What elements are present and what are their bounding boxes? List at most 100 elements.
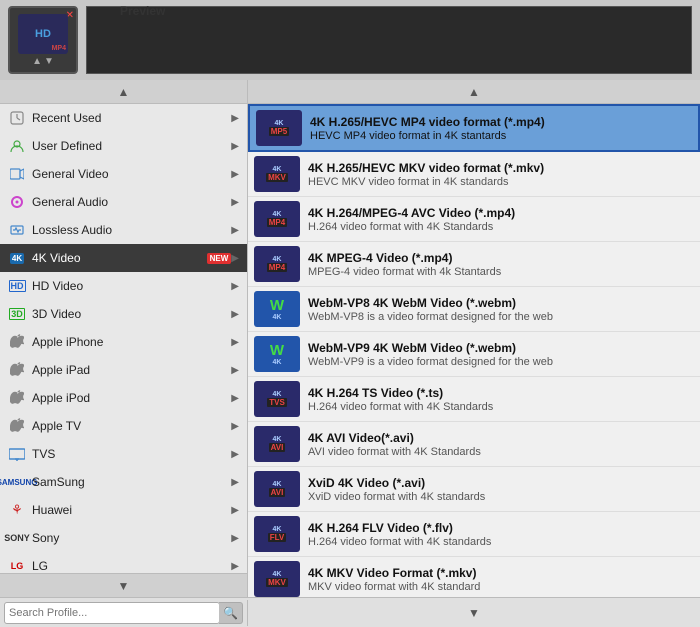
recent-icon bbox=[8, 109, 26, 127]
tab-item[interactable]: ✕ HD MP4 ▲ ▼ bbox=[8, 6, 78, 74]
format-desc-h264-ts: H.264 video format with 4K Standards bbox=[308, 401, 692, 413]
sidebar-item-lossless-audio[interactable]: Lossless Audio▶ bbox=[0, 216, 247, 244]
right-list: 4KMP54K H.265/HEVC MP4 video format (*.m… bbox=[248, 104, 700, 597]
sidebar-item-label-huawei: Huawei bbox=[32, 503, 231, 517]
sidebar-item-label-apple-ipad: Apple iPad bbox=[32, 363, 231, 377]
format-item-h264-avc[interactable]: 4KMP44K H.264/MPEG-4 AVC Video (*.mp4)H.… bbox=[248, 197, 700, 242]
apple-icon bbox=[8, 389, 26, 407]
video-icon bbox=[8, 165, 26, 183]
preview-area bbox=[86, 6, 692, 74]
format-item-avi[interactable]: 4KAVI4K AVI Video(*.avi)AVI video format… bbox=[248, 422, 700, 467]
format-name-xvid: XviD 4K Video (*.avi) bbox=[308, 476, 692, 490]
sidebar-item-arrow-apple-ipad: ▶ bbox=[231, 365, 239, 376]
format-icon-h264-ts: 4KTVS bbox=[254, 381, 300, 417]
format-item-h264-ts[interactable]: 4KTVS 4K H.264 TS Video (*.ts)H.264 video… bbox=[248, 377, 700, 422]
format-icon-mkv-video: 4KMKV bbox=[254, 561, 300, 597]
sidebar-item-arrow-apple-tv: ▶ bbox=[231, 421, 239, 432]
sidebar-item-general-audio[interactable]: General Audio▶ bbox=[0, 188, 247, 216]
format-name-webm-vp9: WebM-VP9 4K WebM Video (*.webm) bbox=[308, 341, 692, 355]
search-area: 🔍 bbox=[0, 600, 248, 626]
format-desc-h264-avc: H.264 video format with 4K Standards bbox=[308, 221, 692, 233]
huawei-icon: ⚘ bbox=[8, 501, 26, 519]
right-panel-header: ▲ bbox=[248, 80, 700, 104]
sidebar-item-arrow-apple-iphone: ▶ bbox=[231, 337, 239, 348]
left-panel-header: ▲ bbox=[0, 80, 247, 104]
sidebar-item-label-lossless-audio: Lossless Audio bbox=[32, 223, 231, 237]
format-name-hevc-mkv: 4K H.265/HEVC MKV video format (*.mkv) bbox=[308, 161, 692, 175]
bottom-bar: 🔍 ▼ bbox=[0, 597, 700, 627]
mp4-label: MP4 bbox=[52, 45, 66, 52]
sidebar-item-general-video[interactable]: General Video▶ bbox=[0, 160, 247, 188]
format-item-hevc-mp4[interactable]: 4KMP54K H.265/HEVC MP4 video format (*.m… bbox=[248, 104, 700, 152]
sidebar-item-arrow-huawei: ▶ bbox=[231, 505, 239, 516]
tab-arrow-up[interactable]: ▲ bbox=[32, 56, 42, 67]
format-item-webm-vp9[interactable]: W4K WebM-VP9 4K WebM Video (*.webm)WebM-V… bbox=[248, 332, 700, 377]
format-desc-hevc-mp4: HEVC MP4 video format in 4K stantards bbox=[310, 130, 690, 142]
left-panel-up-arrow[interactable]: ▲ bbox=[118, 85, 130, 99]
sidebar-item-3d-video[interactable]: 3D 3D Video▶ bbox=[0, 300, 247, 328]
audio-icon bbox=[8, 193, 26, 211]
format-name-flv: 4K H.264 FLV Video (*.flv) bbox=[308, 521, 692, 535]
format-name-avi: 4K AVI Video(*.avi) bbox=[308, 431, 692, 445]
apple-icon bbox=[8, 417, 26, 435]
tab-arrow-down[interactable]: ▼ bbox=[44, 56, 54, 67]
sidebar-item-sony[interactable]: SONYSony▶ bbox=[0, 524, 247, 552]
sidebar-item-label-tvs: TVS bbox=[32, 447, 231, 461]
sidebar-item-apple-ipad[interactable]: Apple iPad▶ bbox=[0, 356, 247, 384]
sidebar-item-4k-video[interactable]: 4K4K VideoNEW▶ bbox=[0, 244, 247, 272]
4k-icon: 4K bbox=[8, 249, 26, 267]
preview-title: Preview bbox=[120, 4, 165, 18]
user-icon bbox=[8, 137, 26, 155]
format-desc-webm-vp9: WebM-VP9 is a video format designed for … bbox=[308, 356, 692, 368]
sidebar-item-lg[interactable]: LGLG▶ bbox=[0, 552, 247, 573]
sidebar-item-tvs[interactable]: TVS▶ bbox=[0, 440, 247, 468]
3d-icon: 3D bbox=[8, 305, 26, 323]
sidebar-item-label-apple-iphone: Apple iPhone bbox=[32, 335, 231, 349]
lossless-icon bbox=[8, 221, 26, 239]
format-icon-flv: 4KFLV bbox=[254, 516, 300, 552]
sidebar-item-huawei[interactable]: ⚘ Huawei▶ bbox=[0, 496, 247, 524]
sidebar-item-arrow-tvs: ▶ bbox=[231, 449, 239, 460]
sidebar-item-arrow-apple-ipod: ▶ bbox=[231, 393, 239, 404]
top-tab-area: Preview ✕ HD MP4 ▲ ▼ bbox=[0, 0, 700, 80]
sidebar-item-label-user-defined: User Defined bbox=[32, 139, 231, 153]
right-panel-down-arrow[interactable]: ▼ bbox=[468, 606, 480, 620]
right-panel-up-arrow[interactable]: ▲ bbox=[468, 85, 480, 99]
format-item-mpeg4[interactable]: 4KMP44K MPEG-4 Video (*.mp4)MPEG-4 video… bbox=[248, 242, 700, 287]
sidebar-item-label-apple-tv: Apple TV bbox=[32, 419, 231, 433]
format-item-webm-vp8[interactable]: W4KWebM-VP8 4K WebM Video (*.webm)WebM-V… bbox=[248, 287, 700, 332]
format-name-webm-vp8: WebM-VP8 4K WebM Video (*.webm) bbox=[308, 296, 692, 310]
sidebar-item-label-general-audio: General Audio bbox=[32, 195, 231, 209]
format-item-mkv-video[interactable]: 4KMKV 4K MKV Video Format (*.mkv)MKV vide… bbox=[248, 557, 700, 597]
sidebar-item-label-lg: LG bbox=[32, 559, 231, 573]
hd-label: HD bbox=[35, 28, 51, 40]
search-input[interactable] bbox=[4, 602, 220, 624]
format-text-mpeg4: 4K MPEG-4 Video (*.mp4)MPEG-4 video form… bbox=[308, 251, 692, 278]
left-panel-down-arrow[interactable]: ▼ bbox=[118, 579, 130, 593]
sidebar-item-hd-video[interactable]: HDHD Video▶ bbox=[0, 272, 247, 300]
sidebar-item-arrow-lossless-audio: ▶ bbox=[231, 225, 239, 236]
format-name-mpeg4: 4K MPEG-4 Video (*.mp4) bbox=[308, 251, 692, 265]
format-item-hevc-mkv[interactable]: 4KMKV4K H.265/HEVC MKV video format (*.m… bbox=[248, 152, 700, 197]
search-button[interactable]: 🔍 bbox=[219, 602, 243, 624]
format-item-xvid[interactable]: 4KAVIXviD 4K Video (*.avi)XviD video for… bbox=[248, 467, 700, 512]
sidebar-item-apple-iphone[interactable]: Apple iPhone▶ bbox=[0, 328, 247, 356]
sidebar-item-label-samsung: SamSung bbox=[32, 475, 231, 489]
sidebar-item-apple-tv[interactable]: Apple TV▶ bbox=[0, 412, 247, 440]
sidebar-item-arrow-samsung: ▶ bbox=[231, 477, 239, 488]
sidebar-item-apple-ipod[interactable]: Apple iPod▶ bbox=[0, 384, 247, 412]
format-desc-mkv-video: MKV video format with 4K standard bbox=[308, 581, 692, 593]
sidebar-item-arrow-3d-video: ▶ bbox=[231, 309, 239, 320]
sidebar-item-label-3d-video: 3D Video bbox=[32, 307, 231, 321]
hd-icon: HD bbox=[8, 277, 26, 295]
format-text-h264-ts: 4K H.264 TS Video (*.ts)H.264 video form… bbox=[308, 386, 692, 413]
lg-icon: LG bbox=[8, 557, 26, 573]
format-text-h264-avc: 4K H.264/MPEG-4 AVC Video (*.mp4)H.264 v… bbox=[308, 206, 692, 233]
sidebar-item-arrow-general-audio: ▶ bbox=[231, 197, 239, 208]
sidebar-item-user-defined[interactable]: User Defined▶ bbox=[0, 132, 247, 160]
format-item-flv[interactable]: 4KFLV4K H.264 FLV Video (*.flv)H.264 vid… bbox=[248, 512, 700, 557]
sidebar-item-recent-used[interactable]: Recent Used▶ bbox=[0, 104, 247, 132]
format-icon-webm-vp9: W4K bbox=[254, 336, 300, 372]
format-text-mkv-video: 4K MKV Video Format (*.mkv)MKV video for… bbox=[308, 566, 692, 593]
sidebar-item-samsung[interactable]: SAMSUNGSamSung▶ bbox=[0, 468, 247, 496]
